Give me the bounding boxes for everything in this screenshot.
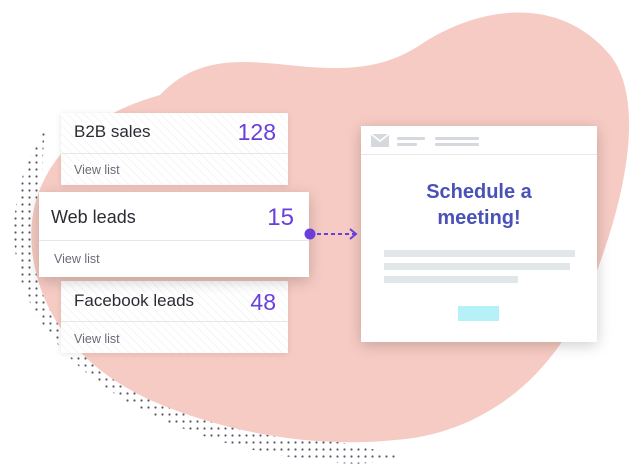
body-placeholder-line [384, 250, 575, 257]
connector-arrow-icon [304, 228, 358, 240]
header-placeholder-line [397, 137, 425, 140]
email-title: Schedule a meeting! [361, 179, 597, 231]
list-count: 128 [237, 119, 276, 145]
list-name: B2B sales [74, 122, 151, 141]
cta-button[interactable] [458, 306, 499, 321]
list-card-b2b-sales[interactable]: B2B sales 128 View list [61, 113, 288, 185]
header-placeholder-line [397, 143, 417, 146]
header-placeholder-line [435, 137, 479, 140]
email-title-line-2: meeting! [437, 207, 521, 229]
list-count: 15 [267, 204, 294, 231]
list-card-header: Web leads 15 [39, 192, 309, 241]
body-placeholder-line [384, 276, 518, 283]
list-name: Web leads [51, 207, 136, 227]
list-card-header: B2B sales 128 [61, 113, 288, 154]
view-list-link[interactable]: View list [74, 163, 120, 177]
list-card-web-leads[interactable]: Web leads 15 View list [39, 192, 309, 277]
body-placeholder-line [384, 263, 570, 270]
list-count: 48 [250, 289, 276, 315]
list-name: Facebook leads [74, 291, 195, 310]
view-list-link[interactable]: View list [74, 332, 120, 346]
list-card-facebook-leads[interactable]: Facebook leads 48 View list [61, 281, 288, 353]
view-list-link[interactable]: View list [54, 252, 100, 266]
email-preview-card: Schedule a meeting! [361, 126, 597, 342]
envelope-icon [371, 134, 389, 147]
email-header-bar [361, 126, 597, 155]
email-title-line-1: Schedule a [426, 181, 532, 203]
header-placeholder-line [435, 143, 479, 146]
list-card-header: Facebook leads 48 [61, 281, 288, 322]
